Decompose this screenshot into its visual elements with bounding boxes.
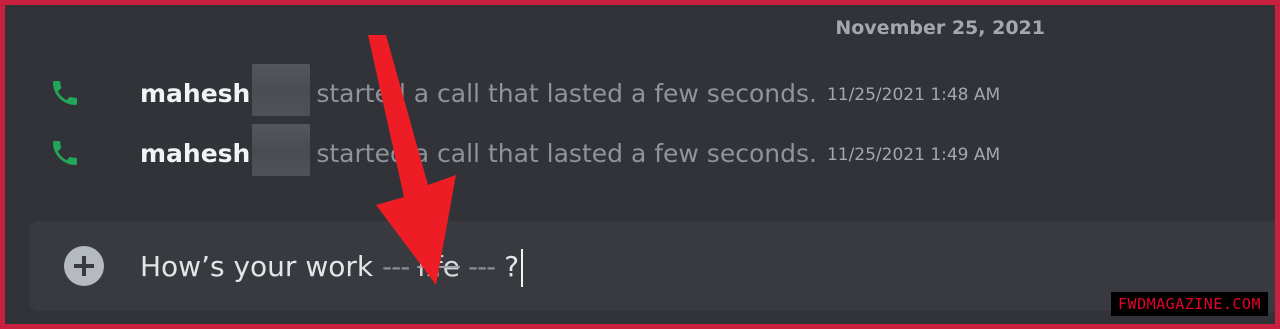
call-message: mahesh started a call that lasted a few s… [5,64,1205,116]
message-text: started a call that lasted a few seconds… [316,139,817,168]
call-message: mahesh started a call that lasted a few s… [5,124,1205,176]
strikethrough-text: life [417,250,460,283]
timestamp: 11/25/2021 1:48 AM [826,85,1001,105]
message-input[interactable]: How’s your work --- life --- ? [140,249,524,287]
timestamp: 11/25/2021 1:49 AM [826,145,1001,165]
watermark: FWDMAGAZINE.COM [1111,292,1268,316]
message-line: mahesh started a call that lasted a few s… [140,124,1001,176]
blurred-username-part [252,124,311,176]
input-text: How’s your work [140,250,374,283]
message-line: mahesh started a call that lasted a few s… [140,64,1001,116]
input-text-end: ? [504,250,520,283]
blurred-username-part [252,64,311,116]
strike-dashes-left: --- [382,250,410,283]
phone-icon [53,81,77,105]
message-composer[interactable]: How’s your work --- life --- ? [29,221,1275,311]
username[interactable]: mahesh [140,139,250,168]
phone-icon [53,141,77,165]
message-text: started a call that lasted a few seconds… [316,79,817,108]
text-caret [521,249,524,287]
chat-window: November 25, 2021 mahesh started a call t… [5,5,1275,324]
date-divider: November 25, 2021 [835,17,1045,39]
username[interactable]: mahesh [140,79,250,108]
strike-dashes-right: --- [467,250,496,283]
plus-circle-icon[interactable] [64,246,104,286]
